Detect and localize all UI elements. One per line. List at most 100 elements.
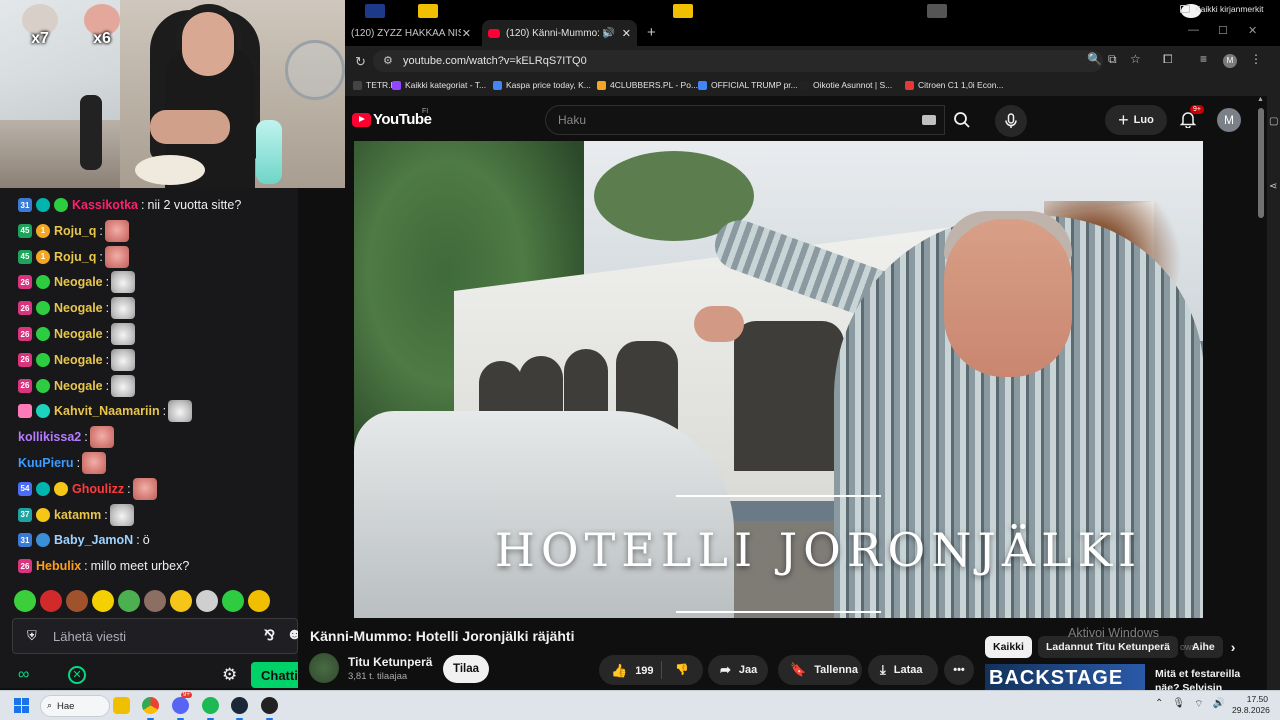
chat-badge-icon[interactable]: 26 xyxy=(18,378,32,393)
wifi-icon[interactable]: ⌔ xyxy=(1194,698,1203,711)
chat-badge-icon[interactable]: 26 xyxy=(18,301,32,316)
chat-emote[interactable] xyxy=(111,374,136,397)
tab-zyzz[interactable]: (120) ZYZZ HAKKAA NISTIN LIV ✕ xyxy=(345,20,477,46)
all-bookmarks[interactable]: Kaikki kirjanmerkit xyxy=(1180,4,1264,14)
emote-bar-emote[interactable] xyxy=(40,590,62,612)
bookmark-item[interactable]: Oikotie Asunnot | S... xyxy=(800,80,892,90)
share-side-icon[interactable]: ⋖ xyxy=(1269,181,1277,192)
bookmark-star-icon[interactable]: ☆ xyxy=(1130,52,1141,66)
bookmark-item[interactable]: Kaspa price today, K... xyxy=(493,80,591,90)
chat-emote[interactable] xyxy=(109,503,134,526)
chat-username[interactable]: Neogale xyxy=(54,353,103,367)
chat-badge-icon[interactable] xyxy=(36,275,50,290)
bookmark-item[interactable]: 4CLUBBERS.PL - Po... xyxy=(597,80,698,90)
windows-start-icon[interactable] xyxy=(14,698,29,713)
side-panel-icon[interactable]: ▢ xyxy=(1269,116,1278,127)
chat-badge-icon[interactable] xyxy=(36,404,50,419)
close-icon[interactable]: ✕ xyxy=(622,27,631,40)
install-app-icon[interactable]: ⧉ xyxy=(1108,52,1117,67)
gear-icon[interactable]: ⚙ xyxy=(222,665,237,685)
chat-badge-icon[interactable]: 1 xyxy=(36,223,50,238)
chat-emote[interactable] xyxy=(111,323,136,345)
chat-badge-icon[interactable]: 45 xyxy=(18,223,32,238)
desktop-icon[interactable] xyxy=(365,4,385,18)
more-actions-button[interactable]: ••• xyxy=(944,655,974,685)
desktop-icon[interactable] xyxy=(927,4,947,18)
spotify-icon[interactable] xyxy=(202,697,219,720)
video-player[interactable]: HOTELLI JORONJÄLKI xyxy=(354,141,1203,618)
share-button[interactable]: ➦ Jaa xyxy=(708,655,768,685)
maximize-icon[interactable]: ☐ xyxy=(1218,24,1228,37)
chat-emote[interactable] xyxy=(89,426,114,449)
scroll-up-icon[interactable]: ▲ xyxy=(1257,96,1264,103)
chat-badge-icon[interactable] xyxy=(36,198,50,212)
chat-username[interactable]: Neogale xyxy=(54,301,103,315)
keyboard-icon[interactable] xyxy=(922,115,936,125)
file-explorer-icon[interactable] xyxy=(113,697,130,714)
address-bar[interactable]: ⚙ youtube.com/watch?v=kELRqS7ITQ0 xyxy=(373,50,1103,72)
chat-badge-icon[interactable]: 31 xyxy=(18,533,32,548)
notifications-button[interactable]: 9+ xyxy=(1179,105,1204,130)
bookmark-item[interactable]: Kaikki kategoriat - T... xyxy=(392,80,486,90)
chat-badge-icon[interactable]: 54 xyxy=(18,481,32,496)
emote-bar-emote[interactable] xyxy=(196,590,218,612)
extensions-icon[interactable]: ⧠ xyxy=(1163,52,1173,67)
avatar[interactable]: M xyxy=(1217,108,1241,132)
chat-username[interactable]: Neogale xyxy=(54,379,103,393)
speaker-icon[interactable]: 🔊 xyxy=(603,28,615,39)
minimize-icon[interactable]: — xyxy=(1188,24,1199,36)
tab-kanni-mummo[interactable]: (120) Känni-Mummo: Hotell 🔊 ✕ xyxy=(482,20,637,46)
close-window-icon[interactable]: ✕ xyxy=(1248,24,1257,37)
chat-emote[interactable] xyxy=(168,400,193,423)
chat-username[interactable]: Ghoulizz xyxy=(72,482,124,496)
chat-emote[interactable] xyxy=(82,452,107,474)
chat-username[interactable]: Baby_JamoN xyxy=(54,533,133,547)
steam-icon[interactable] xyxy=(231,697,248,720)
subscribe-button[interactable]: Tilaa xyxy=(443,655,489,683)
chat-badge-icon[interactable]: 26 xyxy=(18,559,32,574)
scrollbar-thumb[interactable] xyxy=(1258,108,1264,218)
chip-all[interactable]: Kaikki xyxy=(985,636,1032,658)
chevron-up-icon[interactable]: ⌃ xyxy=(1155,698,1163,711)
chat-emote[interactable] xyxy=(111,297,136,320)
chat-badge-icon[interactable] xyxy=(36,352,50,367)
bookmark-item[interactable]: OFFICIAL TRUMP pr... xyxy=(698,80,798,90)
chat-badge-icon[interactable]: 26 xyxy=(18,352,32,367)
chat-username[interactable]: kollikissa2 xyxy=(18,430,81,444)
channel-points-icon[interactable]: ∞ xyxy=(18,666,29,684)
channel-avatar[interactable] xyxy=(309,653,339,683)
chat-emote[interactable] xyxy=(111,271,136,294)
browser-profile-avatar[interactable]: M xyxy=(1223,54,1237,68)
chat-emote[interactable] xyxy=(104,219,129,242)
save-button[interactable]: 🔖 Tallenna xyxy=(778,655,862,685)
emote-bar-emote[interactable] xyxy=(248,590,270,612)
zoom-icon[interactable]: 🔍 xyxy=(1087,52,1102,66)
new-tab-button[interactable]: + xyxy=(647,24,656,41)
chat-username[interactable]: Neogale xyxy=(54,327,103,341)
reload-icon[interactable]: ↻ xyxy=(355,54,366,70)
menu-icon[interactable]: ⋮ xyxy=(1250,52,1262,66)
chat-username[interactable]: Roju_q xyxy=(54,224,96,238)
like-button[interactable]: 👍 199 xyxy=(611,663,654,679)
download-button[interactable]: ⤓ Lataa xyxy=(868,655,938,685)
chat-badge-icon[interactable] xyxy=(54,481,68,496)
chat-badge-icon[interactable] xyxy=(18,404,32,419)
chat-emote[interactable] xyxy=(132,477,157,500)
taskbar-search[interactable]: ⌕ Hae xyxy=(40,695,110,717)
chat-badge-icon[interactable]: 31 xyxy=(18,198,32,212)
search-button[interactable] xyxy=(945,105,979,135)
folder-icon[interactable] xyxy=(418,4,438,18)
channel-name[interactable]: Titu Ketunperä xyxy=(348,655,432,669)
chat-badge-icon[interactable] xyxy=(36,327,50,341)
chat-badge-icon[interactable]: 45 xyxy=(18,249,32,264)
chat-username[interactable]: Roju_q xyxy=(54,250,96,264)
chat-badge-icon[interactable] xyxy=(36,481,50,496)
voice-search-button[interactable] xyxy=(995,105,1027,137)
chat-username[interactable]: Neogale xyxy=(54,275,103,289)
volume-icon[interactable]: 🔊 xyxy=(1213,698,1225,711)
bits-icon[interactable]: ⅋ xyxy=(264,627,275,644)
youtube-logo[interactable]: YouTube FI xyxy=(352,108,432,128)
chat-badge-icon[interactable]: 1 xyxy=(36,249,50,264)
chat-username[interactable]: Kassikotka xyxy=(72,198,138,212)
emote-bar-emote[interactable] xyxy=(92,590,114,612)
